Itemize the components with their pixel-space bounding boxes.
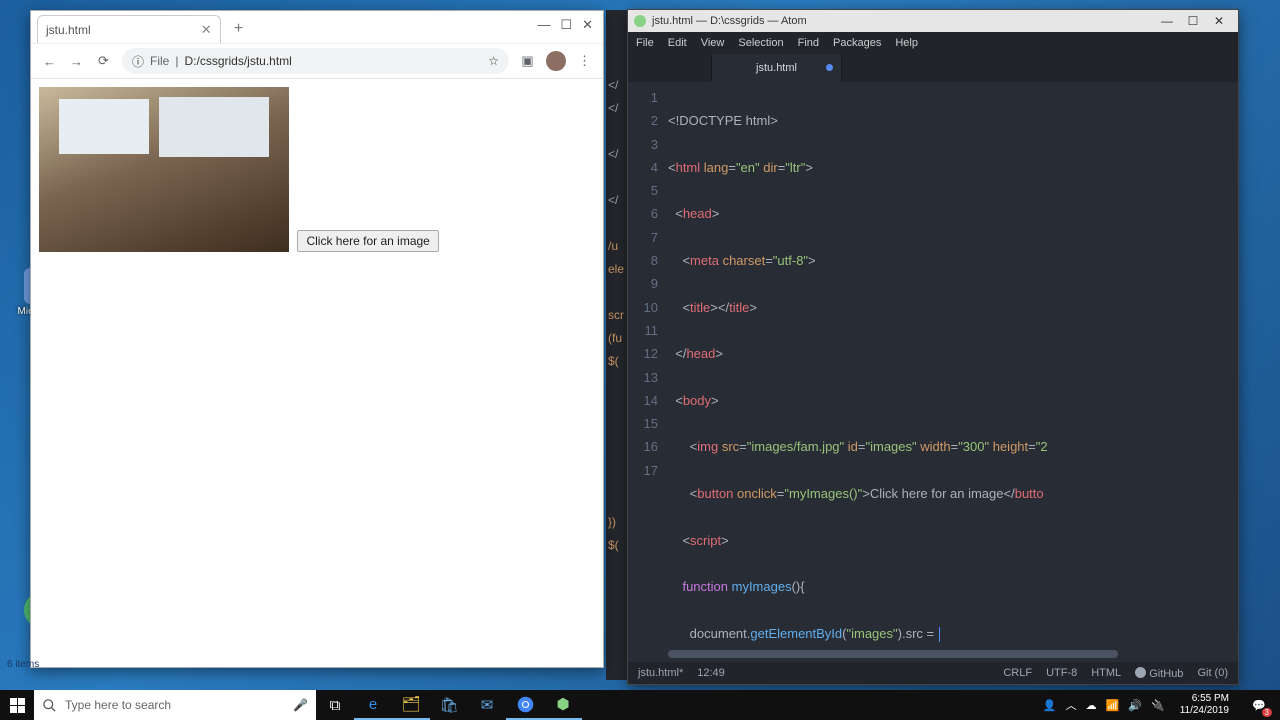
system-tray: 👤 ︿ ☁ 📶 🔊 🔌 6:55 PM11/24/2019 💬 3 [1043, 690, 1280, 720]
tray-chevron-icon[interactable]: ︿ [1066, 697, 1077, 713]
menu-selection[interactable]: Selection [738, 37, 783, 49]
extensions-icon[interactable]: ▣ [519, 53, 536, 69]
status-encoding[interactable]: UTF-8 [1046, 667, 1077, 679]
github-icon [1135, 667, 1146, 678]
window-controls: — ☐ ✕ [537, 11, 603, 43]
back-button[interactable]: ← [41, 54, 58, 69]
taskbar: Type here to search 🎤 ⧉ e 🗂 🛍 ✉ ⬢ 👤 ︿ ☁ … [0, 690, 1280, 720]
tray-network-icon[interactable]: 📶 [1106, 699, 1120, 712]
taskbar-app-edge[interactable]: e [354, 690, 392, 720]
editor-tab-active[interactable]: jstu.html [712, 54, 842, 82]
maximize-button[interactable]: ☐ [560, 17, 572, 43]
taskbar-app-mail[interactable]: ✉ [468, 690, 506, 720]
taskbar-app-atom[interactable]: ⬢ [544, 690, 582, 720]
status-eol[interactable]: CRLF [1003, 667, 1032, 679]
taskbar-app-store[interactable]: 🛍 [430, 690, 468, 720]
new-tab-button[interactable]: + [225, 15, 253, 43]
address-bar[interactable]: ⓘ File | D:/cssgrids/jstu.html ☆ [122, 48, 509, 74]
line-numbers: 1234567891011121314151617 [628, 82, 668, 662]
menu-packages[interactable]: Packages [833, 37, 881, 49]
search-placeholder: Type here to search [65, 698, 171, 712]
modified-indicator-icon [826, 64, 833, 71]
minimize-button[interactable]: — [1154, 14, 1180, 28]
code-lines[interactable]: <!DOCTYPE html> <html lang="en" dir="ltr… [668, 82, 1238, 662]
menu-help[interactable]: Help [895, 37, 918, 49]
page-image [39, 87, 289, 252]
status-github[interactable]: GitHub [1135, 667, 1183, 680]
action-center-button[interactable]: 💬 3 [1244, 690, 1274, 720]
bookmark-star-icon[interactable]: ☆ [488, 54, 499, 68]
close-tab-icon[interactable]: ✕ [201, 22, 212, 38]
taskbar-app-chrome[interactable] [506, 690, 544, 720]
url-path: D:/cssgrids/jstu.html [184, 54, 291, 68]
menu-find[interactable]: Find [798, 37, 819, 49]
menu-edit[interactable]: Edit [668, 37, 687, 49]
code-editor[interactable]: 1234567891011121314151617 <!DOCTYPE html… [628, 82, 1238, 662]
forward-button[interactable]: → [68, 54, 85, 69]
status-cursor-pos[interactable]: 12:49 [697, 667, 725, 679]
minimize-button[interactable]: — [537, 17, 550, 43]
taskbar-app-explorer[interactable]: 🗂 [392, 690, 430, 720]
browser-toolbar: ← → ⟳ ⓘ File | D:/cssgrids/jstu.html ☆ ▣… [31, 43, 603, 79]
site-info-icon[interactable]: ⓘ [132, 53, 144, 70]
chrome-menu-icon[interactable]: ⋮ [576, 53, 593, 69]
page-content: Click here for an image [31, 79, 603, 260]
chrome-window: jstu.html ✕ + — ☐ ✕ ← → ⟳ ⓘ File | D:/cs… [30, 10, 604, 668]
atom-window: jstu.html — D:\cssgrids — Atom — ☐ ✕ Fil… [627, 9, 1239, 685]
chrome-icon [517, 696, 534, 713]
menu-view[interactable]: View [701, 37, 725, 49]
editor-tab-label: jstu.html [756, 62, 797, 74]
tray-volume-icon[interactable]: 🔊 [1128, 699, 1142, 712]
start-button[interactable] [0, 690, 34, 720]
close-window-button[interactable]: ✕ [1206, 14, 1232, 28]
tray-onedrive-icon[interactable]: ☁ [1086, 699, 1097, 712]
taskbar-clock[interactable]: 6:55 PM11/24/2019 [1174, 693, 1235, 717]
atom-icon [634, 15, 646, 27]
notification-badge: 3 [1262, 708, 1272, 717]
explorer-status-text: 6 items [7, 659, 39, 670]
browser-tab[interactable]: jstu.html ✕ [37, 15, 221, 43]
editor-menubar: File Edit View Selection Find Packages H… [628, 32, 1238, 54]
reload-button[interactable]: ⟳ [95, 53, 112, 69]
search-icon [42, 698, 57, 713]
profile-avatar[interactable] [546, 51, 566, 71]
tab-title: jstu.html [46, 23, 91, 37]
status-file[interactable]: jstu.html* [638, 667, 683, 679]
editor-titlebar: jstu.html — D:\cssgrids — Atom — ☐ ✕ [628, 10, 1238, 32]
status-language[interactable]: HTML [1091, 667, 1121, 679]
close-window-button[interactable]: ✕ [582, 17, 593, 43]
tray-people-icon[interactable]: 👤 [1043, 699, 1057, 712]
browser-titlebar: jstu.html ✕ + — ☐ ✕ [31, 11, 603, 43]
tray-power-icon[interactable]: 🔌 [1151, 699, 1165, 712]
status-git[interactable]: Git (0) [1197, 667, 1228, 679]
background-editor-sliver: </</ </ </ /u ele scr(fu $( }) $( [606, 10, 628, 680]
editor-statusbar: jstu.html* 12:49 CRLF UTF-8 HTML GitHub … [628, 662, 1238, 684]
maximize-button[interactable]: ☐ [1180, 14, 1206, 28]
editor-tab-inactive[interactable] [628, 54, 712, 82]
menu-file[interactable]: File [636, 37, 654, 49]
click-image-button[interactable]: Click here for an image [297, 230, 438, 252]
text-cursor [939, 627, 940, 642]
window-title: jstu.html — D:\cssgrids — Atom [652, 15, 807, 27]
task-view-button[interactable]: ⧉ [316, 690, 354, 720]
mic-icon[interactable]: 🎤 [293, 698, 308, 712]
horizontal-scrollbar[interactable] [668, 650, 1230, 658]
windows-logo-icon [10, 698, 25, 713]
editor-tabs: jstu.html [628, 54, 1238, 82]
url-scheme: File [150, 54, 169, 68]
taskbar-search[interactable]: Type here to search 🎤 [34, 690, 316, 720]
